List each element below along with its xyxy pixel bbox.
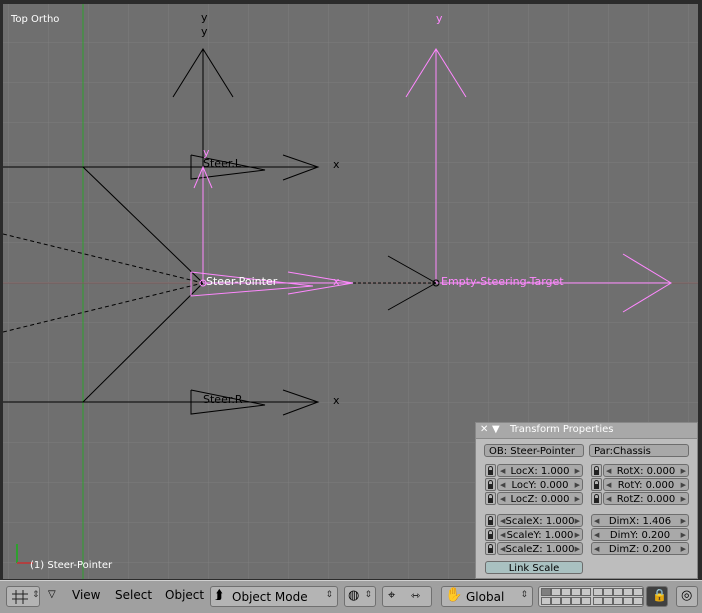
steer-pointer-x-label: x: [333, 275, 340, 288]
layer-17[interactable]: [603, 597, 613, 605]
layer-2[interactable]: [551, 588, 561, 596]
layer-14[interactable]: [571, 597, 581, 605]
empty-top-y-label-2: y: [201, 25, 208, 38]
scalez-field[interactable]: ◀ ScaleZ: 1.000 ▶: [497, 542, 583, 555]
scaley-field[interactable]: ◀ ScaleY: 1.000 ▶: [497, 528, 583, 541]
steering-target-label: Empty-Steering-Target: [441, 275, 564, 288]
wire-sphere-icon: ◍: [348, 588, 360, 603]
orientation-label: Global: [466, 590, 505, 604]
steer-l-x-label: x: [333, 158, 340, 171]
layer-9[interactable]: [623, 588, 633, 596]
mode-label: Object Mode: [232, 590, 308, 604]
layer-13[interactable]: [561, 597, 571, 605]
chevron-updown-icon: ⇕: [325, 590, 333, 600]
locy-field[interactable]: ◀ LocY: 0.000 ▶: [497, 478, 583, 491]
menu-view[interactable]: View: [72, 588, 100, 602]
layer-19[interactable]: [623, 597, 633, 605]
collapse-menus-icon[interactable]: ▽: [48, 589, 56, 600]
lock-layers-button[interactable]: 🔒: [646, 586, 668, 607]
editor-type-selector[interactable]: ⇕: [6, 586, 40, 607]
grid-icon: [12, 590, 28, 604]
layer-10[interactable]: [633, 588, 643, 596]
panel-header[interactable]: ✕ ▼ Transform Properties: [476, 423, 697, 439]
lock-locz-icon[interactable]: [485, 492, 496, 505]
panel-title: Transform Properties: [510, 424, 614, 435]
parent-field[interactable]: Par:Chassis: [589, 444, 689, 457]
chevron-updown-icon: ⇕: [32, 590, 40, 600]
rotz-field[interactable]: ◀ RotZ: 0.000 ▶: [603, 492, 689, 505]
lock-locx-icon[interactable]: [485, 464, 496, 477]
scalex-field[interactable]: ◀ ScaleX: 1.000 ▶: [497, 514, 583, 527]
orientation-selector[interactable]: ✋ Global ⇕: [441, 586, 533, 607]
lock-rotx-icon[interactable]: [591, 464, 602, 477]
menu-object[interactable]: Object: [165, 588, 204, 602]
chevron-updown-icon: ⇕: [520, 590, 528, 600]
steer-r-label: Steer.R: [203, 393, 243, 406]
layer-5[interactable]: [581, 588, 591, 596]
empty-top-y-label: y: [201, 11, 208, 24]
layer-11[interactable]: [541, 597, 551, 605]
steer-r-x-label: x: [333, 394, 340, 407]
layer-7[interactable]: [603, 588, 613, 596]
menu-select[interactable]: Select: [115, 588, 152, 602]
layer-buttons[interactable]: [538, 586, 644, 607]
close-icon[interactable]: ✕: [480, 424, 488, 435]
mode-selector[interactable]: ⮭ Object Mode ⇕: [210, 586, 338, 607]
object-name-field[interactable]: OB: Steer-Pointer: [484, 444, 584, 457]
render-preview-button[interactable]: ◎: [676, 586, 698, 607]
layer-8[interactable]: [613, 588, 623, 596]
viewport-header: ⇕ ▽ View Select Object ⮭ Object Mode ⇕ ◍…: [0, 580, 702, 613]
layer-16[interactable]: [593, 597, 603, 605]
steer-pointer-y-label: y: [203, 146, 210, 159]
layer-20[interactable]: [633, 597, 643, 605]
dimy-field[interactable]: ◀ DimY: 0.200 ▶: [591, 528, 689, 541]
lock-scalez-icon[interactable]: [485, 542, 496, 555]
layer-3[interactable]: [561, 588, 571, 596]
layer-1[interactable]: [541, 588, 551, 596]
steer-pointer-label: Steer-Pointer: [206, 275, 278, 288]
link-scale-button[interactable]: Link Scale: [485, 561, 583, 574]
dimx-field[interactable]: ◀ DimX: 1.406 ▶: [591, 514, 689, 527]
lock-rotz-icon[interactable]: [591, 492, 602, 505]
pivot-selector[interactable]: ⌖ ⇿: [382, 586, 432, 607]
layer-6[interactable]: [593, 588, 603, 596]
object-mode-icon: ⮭: [215, 588, 223, 603]
collapse-icon[interactable]: ▼: [492, 424, 500, 435]
lock-scalex-icon[interactable]: [485, 514, 496, 527]
layer-15[interactable]: [581, 597, 591, 605]
view-name-label: Top Ortho: [11, 14, 60, 25]
layer-4[interactable]: [571, 588, 581, 596]
lock-icon: 🔒: [652, 588, 667, 602]
render-icon: ◎: [681, 588, 693, 603]
lock-locy-icon[interactable]: [485, 478, 496, 491]
lock-roty-icon[interactable]: [591, 478, 602, 491]
transform-properties-panel: ✕ ▼ Transform Properties OB: Steer-Point…: [475, 422, 698, 579]
locx-field[interactable]: ◀ LocX: 1.000 ▶: [497, 464, 583, 477]
hand-icon: ✋: [445, 587, 463, 603]
chevron-updown-icon: ⇕: [364, 590, 372, 600]
dimz-field[interactable]: ◀ DimZ: 0.200 ▶: [591, 542, 689, 555]
rotx-field[interactable]: ◀ RotX: 0.000 ▶: [603, 464, 689, 477]
lock-scaley-icon[interactable]: [485, 528, 496, 541]
layer-18[interactable]: [613, 597, 623, 605]
roty-field[interactable]: ◀ RotY: 0.000 ▶: [603, 478, 689, 491]
snap-icon[interactable]: ⇿: [411, 589, 420, 602]
locz-field[interactable]: ◀ LocZ: 0.000 ▶: [497, 492, 583, 505]
steering-target-y-label: y: [436, 12, 443, 25]
draw-type-selector[interactable]: ◍ ⇕: [344, 586, 376, 607]
pivot-icon: ⌖: [388, 588, 396, 603]
layer-12[interactable]: [551, 597, 561, 605]
active-object-label: (1) Steer-Pointer: [30, 560, 113, 571]
